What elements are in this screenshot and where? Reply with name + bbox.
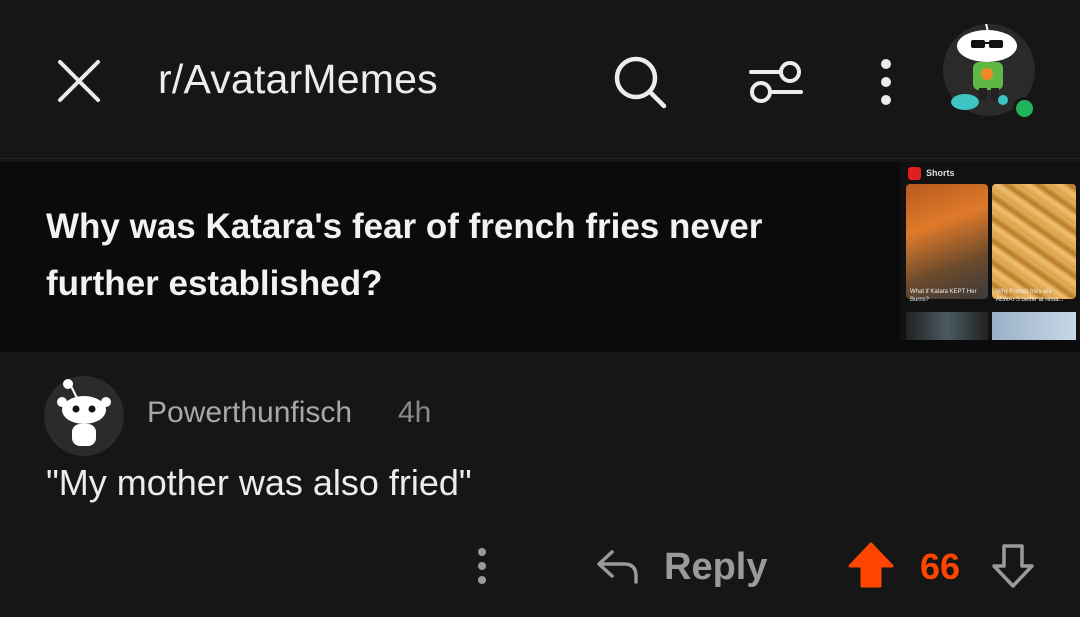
search-button[interactable] — [610, 52, 670, 112]
close-icon — [58, 60, 100, 102]
thumbnail-tile: Why French fries are ALWAYS better at re… — [992, 184, 1076, 303]
filter-icon — [749, 61, 803, 103]
post-title[interactable]: Why was Katara's fear of french fries ne… — [46, 198, 846, 312]
comment-actions: Reply 66 — [0, 530, 1080, 602]
search-icon — [614, 56, 667, 109]
reply-label: Reply — [664, 546, 768, 588]
comment-avatar[interactable] — [44, 376, 124, 456]
upvote-arrow-icon — [848, 542, 894, 588]
downvote-button[interactable] — [990, 540, 1036, 590]
comment-username[interactable]: Powerthunfisch — [147, 396, 352, 430]
comment-more-button[interactable] — [468, 544, 496, 588]
online-status-indicator — [1013, 97, 1036, 120]
close-button[interactable] — [52, 54, 106, 108]
more-vertical-icon — [478, 548, 486, 584]
top-bar: r/AvatarMemes — [0, 0, 1080, 159]
vote-score: 66 — [920, 546, 961, 587]
downvote-arrow-icon — [992, 544, 1034, 588]
filter-button[interactable] — [745, 52, 807, 112]
comment-timestamp: 4h — [398, 396, 432, 429]
reply-icon — [597, 550, 638, 584]
post-card[interactable]: Why was Katara's fear of french fries ne… — [0, 162, 1080, 352]
comment-body: "My mother was also fried" — [46, 462, 472, 503]
more-options-button[interactable] — [868, 52, 904, 112]
thumbnail-caption: Why French fries are ALWAYS better at re… — [996, 289, 1064, 303]
thumbnail-tile: What if Katara KEPT Her Burns? — [906, 184, 988, 303]
subreddit-title[interactable]: r/AvatarMemes — [158, 56, 438, 103]
shorts-logo-icon — [908, 167, 921, 180]
thumbnail-label: Shorts — [926, 168, 955, 178]
more-vertical-icon — [881, 59, 891, 105]
post-thumbnail[interactable]: Shorts What if Katara KEPT Her Burns? Wh… — [900, 162, 1080, 340]
thumbnail-caption: What if Katara KEPT Her Burns? — [910, 289, 977, 303]
snoo-default-avatar-icon — [57, 379, 111, 446]
thumbnail-tile — [992, 312, 1076, 340]
upvote-button[interactable] — [846, 540, 896, 590]
thumbnail-tile — [906, 312, 988, 340]
